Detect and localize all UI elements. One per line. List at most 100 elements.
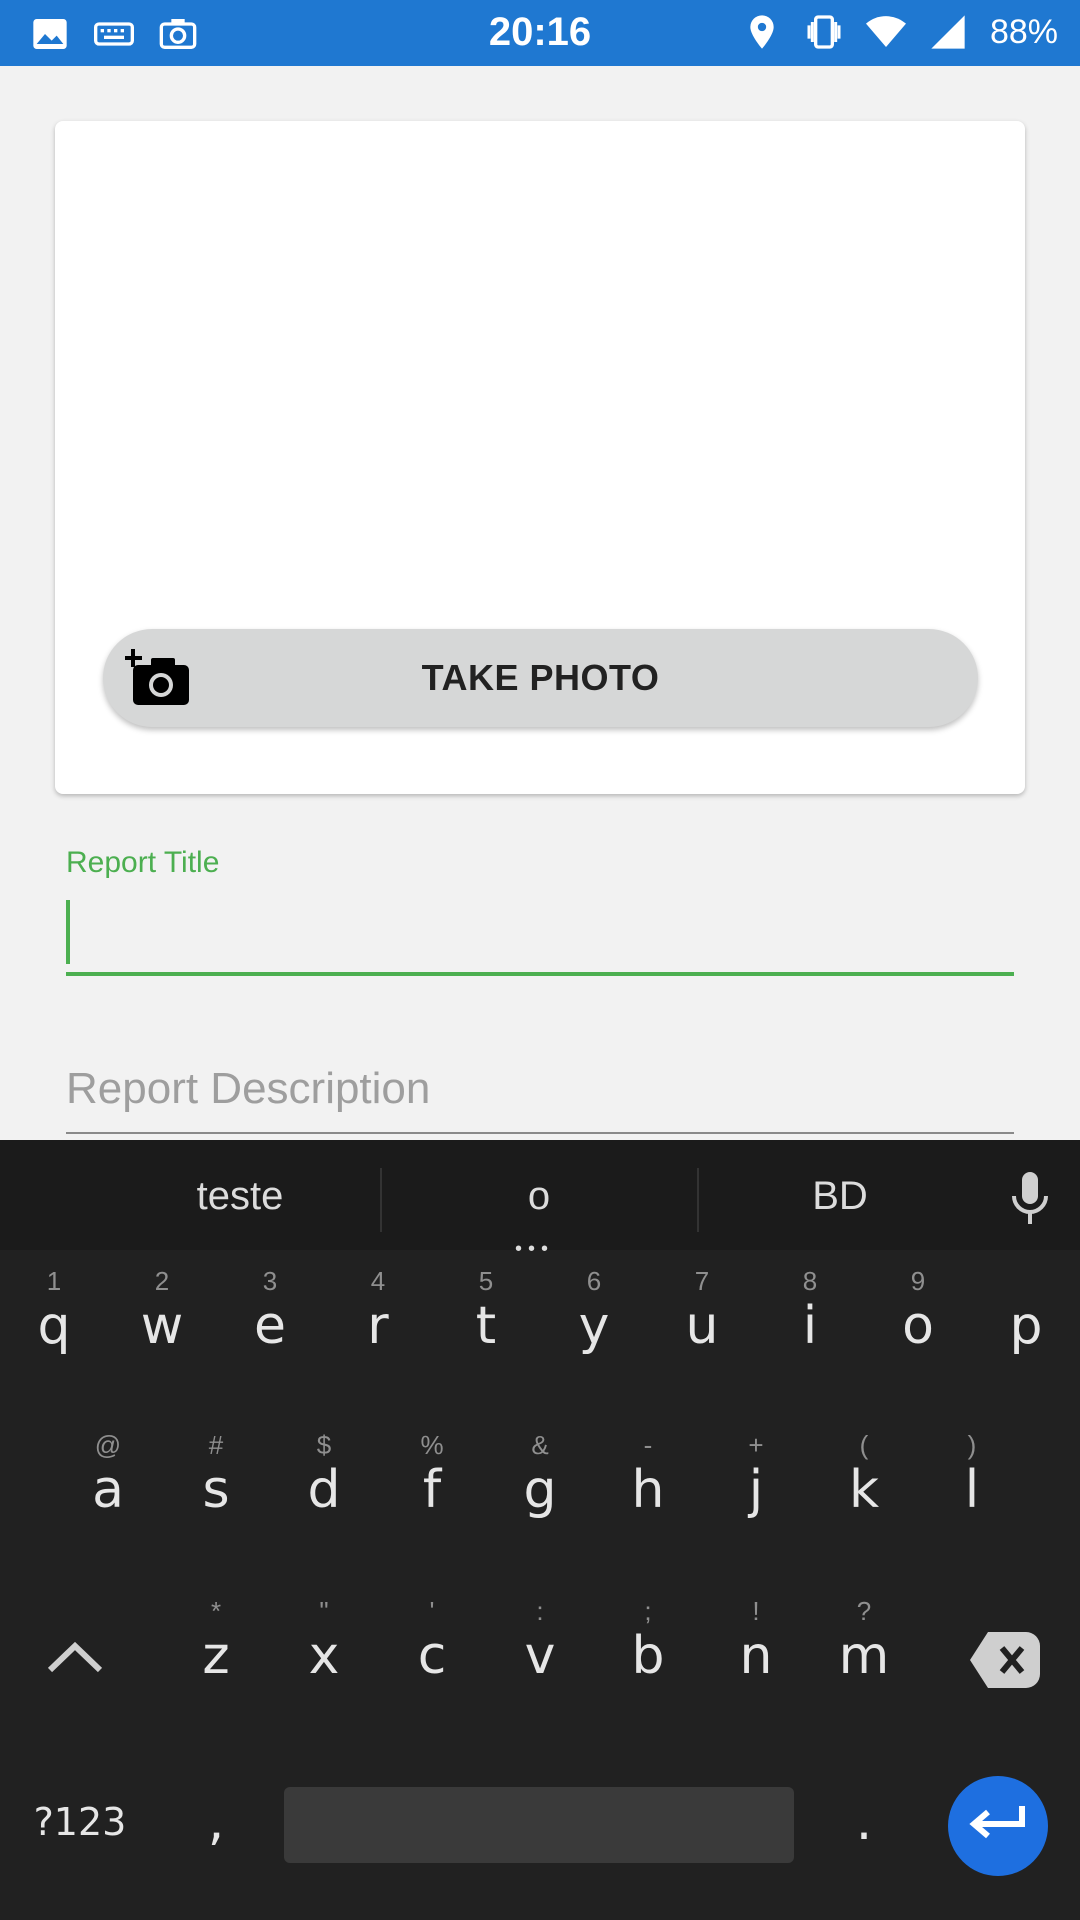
key-e[interactable]: 3e xyxy=(216,1260,324,1380)
enter-arrow-icon xyxy=(969,1806,1025,1839)
key-o[interactable]: 9o xyxy=(864,1260,972,1380)
period-key[interactable]: . xyxy=(810,1752,918,1872)
key-label: m xyxy=(838,1626,890,1686)
suggestion-3[interactable]: BD xyxy=(715,1174,965,1219)
enter-key[interactable] xyxy=(948,1776,1048,1876)
key-hint: 0 xyxy=(972,1266,1080,1297)
signal-icon xyxy=(931,15,965,49)
key-label: i xyxy=(802,1296,818,1356)
symbols-key[interactable]: ?123 xyxy=(20,1752,140,1872)
key-hint: ) xyxy=(967,1430,977,1460)
key-label: x xyxy=(308,1626,340,1686)
key-l[interactable]: ) l xyxy=(918,1424,1026,1544)
key-z[interactable]: * z xyxy=(162,1590,270,1710)
shift-key[interactable] xyxy=(20,1590,130,1710)
system-icons: 88% xyxy=(742,12,1058,52)
add-photo-icon xyxy=(125,649,189,705)
key-s[interactable]: # s xyxy=(162,1424,270,1544)
take-photo-button[interactable]: TAKE PHOTO xyxy=(103,629,978,727)
key-hint: ? xyxy=(856,1596,872,1626)
key-x[interactable]: " x xyxy=(270,1590,378,1710)
key-u[interactable]: 7u xyxy=(648,1260,756,1380)
key-hint: 4 xyxy=(370,1266,386,1296)
key-a[interactable]: @ a xyxy=(54,1424,162,1544)
report-title-label: Report Title xyxy=(66,846,220,879)
key-label: w xyxy=(140,1296,184,1356)
report-description-placeholder: Report Description xyxy=(66,1064,431,1113)
key-label: g xyxy=(523,1460,557,1520)
key-label: c xyxy=(417,1626,447,1686)
text-cursor xyxy=(66,900,70,964)
take-photo-label: TAKE PHOTO xyxy=(421,657,660,698)
key-hint: 1 xyxy=(46,1266,62,1296)
key-label: r xyxy=(367,1296,389,1356)
key-v[interactable]: :v xyxy=(486,1590,594,1710)
key-j[interactable]: + j xyxy=(702,1424,810,1544)
key-r[interactable]: 4r xyxy=(324,1260,432,1380)
key-b[interactable]: ; b xyxy=(594,1590,702,1710)
key-hint: ( xyxy=(859,1430,869,1460)
comma-key[interactable]: , xyxy=(162,1752,270,1872)
key-label: e xyxy=(254,1296,286,1356)
key-label: v xyxy=(524,1626,556,1686)
key-hint: @ xyxy=(94,1430,122,1460)
key-f[interactable]: % f xyxy=(378,1424,486,1544)
key-label: p xyxy=(1009,1296,1043,1356)
microphone-icon[interactable] xyxy=(1006,1170,1054,1226)
key-hint: ; xyxy=(644,1596,652,1626)
key-q[interactable]: 1q xyxy=(0,1260,108,1380)
key-hint: 3 xyxy=(262,1266,278,1296)
key-t[interactable]: 5t xyxy=(432,1260,540,1380)
key-label: . xyxy=(855,1792,873,1852)
key-k[interactable]: (k xyxy=(810,1424,918,1544)
key-label: n xyxy=(739,1626,773,1686)
key-i[interactable]: 8i xyxy=(756,1260,864,1380)
key-w[interactable]: 2w xyxy=(108,1260,216,1380)
suggestion-divider xyxy=(697,1168,699,1232)
key-label: l xyxy=(964,1460,980,1520)
key-hint: 6 xyxy=(586,1266,602,1296)
backspace-key[interactable] xyxy=(950,1590,1050,1710)
key-hint: 2 xyxy=(154,1266,170,1296)
more-suggestions-dots[interactable]: ••• xyxy=(515,1238,554,1261)
key-hint: % xyxy=(420,1430,444,1460)
suggestion-2[interactable]: o xyxy=(414,1174,664,1219)
report-description-input[interactable]: Report Description xyxy=(66,1060,1014,1134)
key-hint: " xyxy=(319,1596,329,1626)
key-label: j xyxy=(748,1460,764,1520)
key-hint: 7 xyxy=(694,1266,710,1296)
key-label: b xyxy=(631,1626,665,1686)
key-label: , xyxy=(207,1792,225,1852)
status-bar: 20:16 88% xyxy=(0,0,1080,66)
key-c[interactable]: ' c xyxy=(378,1590,486,1710)
backspace-icon xyxy=(970,1632,1040,1688)
suggestion-strip: teste o ••• BD xyxy=(0,1140,1080,1260)
key-label: a xyxy=(92,1460,124,1520)
key-label: f xyxy=(422,1460,442,1520)
key-label: z xyxy=(202,1626,230,1686)
key-p[interactable]: 0p xyxy=(972,1260,1080,1380)
key-hint: $ xyxy=(316,1430,332,1460)
key-m[interactable]: ? m xyxy=(810,1590,918,1710)
key-y[interactable]: 6y xyxy=(540,1260,648,1380)
suggestion-1[interactable]: teste xyxy=(115,1174,365,1219)
space-bar[interactable] xyxy=(284,1787,794,1863)
key-d[interactable]: $ d xyxy=(270,1424,378,1544)
key-hint: 9 xyxy=(910,1266,926,1296)
key-label: s xyxy=(202,1460,230,1520)
vibrate-icon xyxy=(807,15,841,49)
key-hint: & xyxy=(531,1430,549,1460)
key-hint: + xyxy=(748,1430,764,1460)
key-hint: ! xyxy=(752,1596,760,1626)
key-hint: 5 xyxy=(478,1266,494,1296)
key-n[interactable]: ! n xyxy=(702,1590,810,1710)
key-h[interactable]: -h xyxy=(594,1424,702,1544)
key-g[interactable]: & g xyxy=(486,1424,594,1544)
key-label: ?123 xyxy=(33,1800,127,1844)
report-title-input[interactable] xyxy=(66,898,1014,976)
chevron-up-icon xyxy=(47,1641,103,1673)
key-label: h xyxy=(631,1460,665,1520)
key-hint: ' xyxy=(429,1596,435,1626)
suggestion-divider xyxy=(380,1168,382,1232)
key-hint: - xyxy=(643,1430,653,1460)
